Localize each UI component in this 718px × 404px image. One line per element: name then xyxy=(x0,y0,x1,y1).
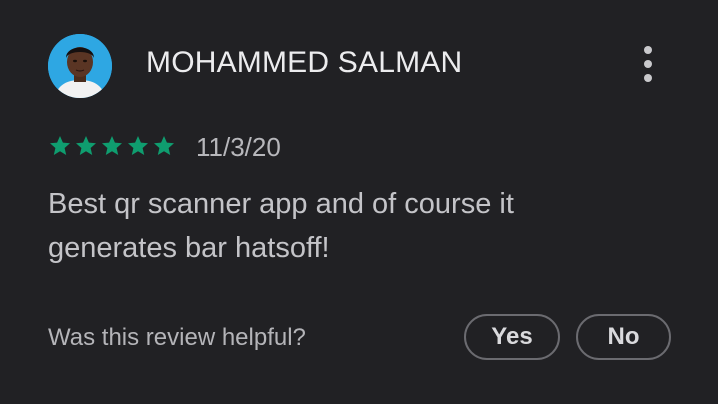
more-vert-icon xyxy=(644,46,652,54)
star-icon xyxy=(128,136,148,155)
review-date: 11/3/20 xyxy=(196,132,281,162)
star-icon xyxy=(50,136,70,155)
star-icon xyxy=(154,136,174,155)
avatar-photo xyxy=(48,34,112,98)
star-rating xyxy=(48,134,176,160)
more-vert-icon-dot xyxy=(644,74,652,82)
reviewer-name: MOHAMMED SALMAN xyxy=(146,46,463,79)
helpful-no-button[interactable]: No xyxy=(576,314,671,360)
helpful-yes-button[interactable]: Yes xyxy=(464,314,560,360)
more-vert-icon-dot xyxy=(644,60,652,68)
review-card: MOHAMMED SALMAN 11/3/20 Best qr scanner … xyxy=(0,0,718,404)
review-text: Best qr scanner app and of course it gen… xyxy=(48,188,514,264)
more-options-button[interactable] xyxy=(632,42,664,86)
helpful-question: Was this review helpful? xyxy=(48,324,306,351)
star-icon xyxy=(76,136,96,155)
star-icon xyxy=(102,136,122,155)
avatar xyxy=(48,34,112,98)
